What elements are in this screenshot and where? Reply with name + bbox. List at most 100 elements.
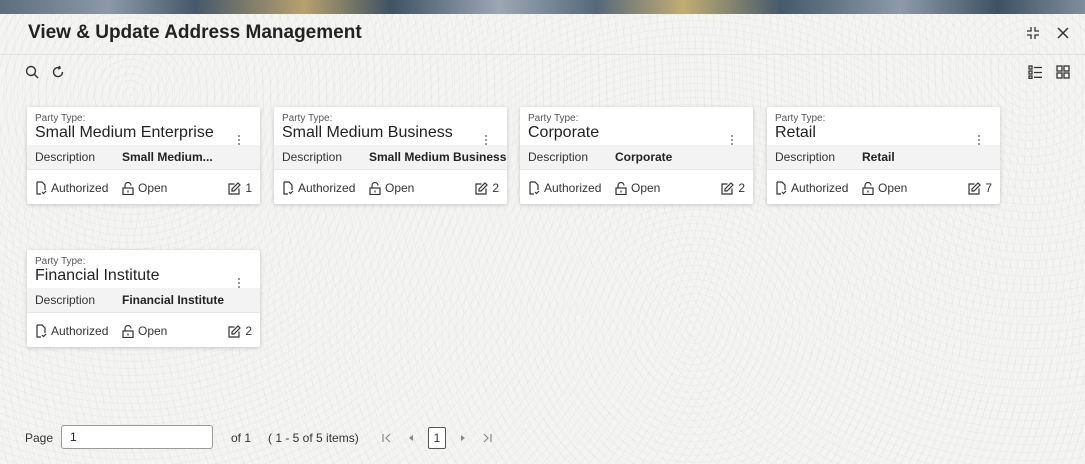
version-status: 2 — [721, 181, 745, 195]
description-value: Financial Institute — [122, 293, 225, 307]
version-number: 2 — [245, 324, 252, 338]
search-icon[interactable] — [24, 64, 40, 80]
page-count-text: of 1 — [231, 431, 252, 445]
authorized-status: Authorized — [35, 324, 108, 338]
authorized-status: Authorized — [528, 181, 601, 195]
party-type-card[interactable]: Party Type: Retail Description Retail Au… — [767, 107, 1000, 204]
document-check-icon — [776, 181, 787, 195]
document-check-icon — [36, 181, 47, 195]
item-range-text: ( 1 - 5 of 5 items) — [268, 431, 359, 445]
top-banner-strip — [0, 0, 1085, 14]
list-view-icon[interactable] — [1027, 64, 1043, 80]
edit-icon — [475, 181, 489, 195]
party-type-card[interactable]: Party Type: Small Medium Enterprise Desc… — [27, 107, 260, 204]
edit-icon — [228, 181, 242, 195]
description-row: Description Financial Institute — [27, 288, 260, 312]
status-row: Authorized Open 2 — [520, 169, 753, 205]
open-label: Open — [385, 181, 415, 195]
open-label: Open — [138, 324, 168, 338]
next-page-icon[interactable] — [456, 429, 470, 447]
unlock-icon — [369, 181, 381, 195]
party-type-name: Retail — [775, 124, 816, 141]
close-icon[interactable] — [1055, 25, 1071, 41]
open-label: Open — [138, 181, 168, 195]
version-number: 7 — [985, 181, 992, 195]
address-management-window: View & Update Address Management Party T… — [0, 14, 1085, 464]
first-page-icon[interactable] — [380, 429, 394, 447]
authorized-status: Authorized — [775, 181, 848, 195]
open-status: Open — [615, 181, 660, 195]
party-type-card[interactable]: Party Type: Financial Institute Descript… — [27, 250, 260, 347]
authorized-status: Authorized — [282, 181, 355, 195]
more-options-icon[interactable] — [976, 133, 982, 145]
authorized-label: Authorized — [791, 181, 849, 195]
authorized-label: Authorized — [51, 324, 109, 338]
grid-view-icon[interactable] — [1055, 64, 1071, 80]
last-page-icon[interactable] — [480, 429, 494, 447]
description-label: Description — [282, 150, 343, 164]
party-type-label: Party Type: — [35, 256, 86, 267]
description-value: Small Medium... — [122, 150, 213, 164]
open-status: Open — [122, 181, 167, 195]
more-options-icon[interactable] — [236, 133, 242, 145]
authorized-label: Authorized — [544, 181, 602, 195]
page-number-input[interactable] — [61, 425, 213, 449]
party-type-name: Small Medium Enterprise — [35, 124, 214, 141]
authorized-label: Authorized — [51, 181, 109, 195]
refresh-icon[interactable] — [50, 64, 66, 80]
party-type-label: Party Type: — [282, 113, 333, 124]
description-row: Description Corporate — [520, 145, 753, 169]
authorized-status: Authorized — [35, 181, 108, 195]
status-row: Authorized Open 7 — [767, 169, 1000, 205]
document-check-icon — [36, 324, 47, 338]
version-number: 2 — [738, 181, 745, 195]
minimize-icon[interactable] — [1025, 25, 1041, 41]
description-label: Description — [775, 150, 836, 164]
open-status: Open — [862, 181, 907, 195]
more-options-icon[interactable] — [729, 133, 735, 145]
open-label: Open — [631, 181, 661, 195]
version-status: 2 — [475, 181, 499, 195]
document-check-icon — [529, 181, 540, 195]
more-options-icon[interactable] — [236, 276, 242, 288]
page-label: Page — [25, 431, 54, 445]
toolbar — [24, 64, 66, 80]
party-type-label: Party Type: — [35, 113, 86, 124]
window-controls — [1025, 25, 1071, 41]
description-value: Retail — [862, 150, 895, 164]
more-options-icon[interactable] — [483, 133, 489, 145]
description-row: Description Retail — [767, 145, 1000, 169]
open-label: Open — [878, 181, 908, 195]
open-status: Open — [369, 181, 414, 195]
description-label: Description — [35, 150, 96, 164]
description-row: Description Small Medium... — [27, 145, 260, 169]
party-type-card[interactable]: Party Type: Small Medium Business Descri… — [274, 107, 507, 204]
document-check-icon — [283, 181, 294, 195]
pager-controls: 1 — [380, 427, 494, 449]
authorized-label: Authorized — [298, 181, 356, 195]
party-type-label: Party Type: — [775, 113, 826, 124]
pagination-bar: Page of 1 ( 1 - 5 of 5 items) 1 — [0, 419, 1085, 464]
status-row: Authorized Open 1 — [27, 169, 260, 205]
party-type-card[interactable]: Party Type: Corporate Description Corpor… — [520, 107, 753, 204]
unlock-icon — [122, 324, 134, 338]
current-page-button[interactable]: 1 — [428, 427, 446, 449]
view-toggle — [1027, 64, 1071, 80]
page-title: View & Update Address Management — [28, 22, 362, 43]
party-type-label: Party Type: — [528, 113, 579, 124]
description-value: Small Medium Business — [369, 150, 507, 164]
party-type-name: Small Medium Business — [282, 124, 453, 141]
description-row: Description Small Medium Business — [274, 145, 507, 169]
edit-icon — [228, 324, 242, 338]
description-label: Description — [35, 293, 96, 307]
window-header: View & Update Address Management — [0, 14, 1085, 55]
edit-icon — [721, 181, 735, 195]
party-type-name: Financial Institute — [35, 267, 160, 284]
description-value: Corporate — [615, 150, 673, 164]
version-number: 2 — [492, 181, 499, 195]
description-label: Description — [528, 150, 589, 164]
unlock-icon — [122, 181, 134, 195]
previous-page-icon[interactable] — [404, 429, 418, 447]
status-row: Authorized Open 2 — [274, 169, 507, 205]
edit-icon — [968, 181, 982, 195]
